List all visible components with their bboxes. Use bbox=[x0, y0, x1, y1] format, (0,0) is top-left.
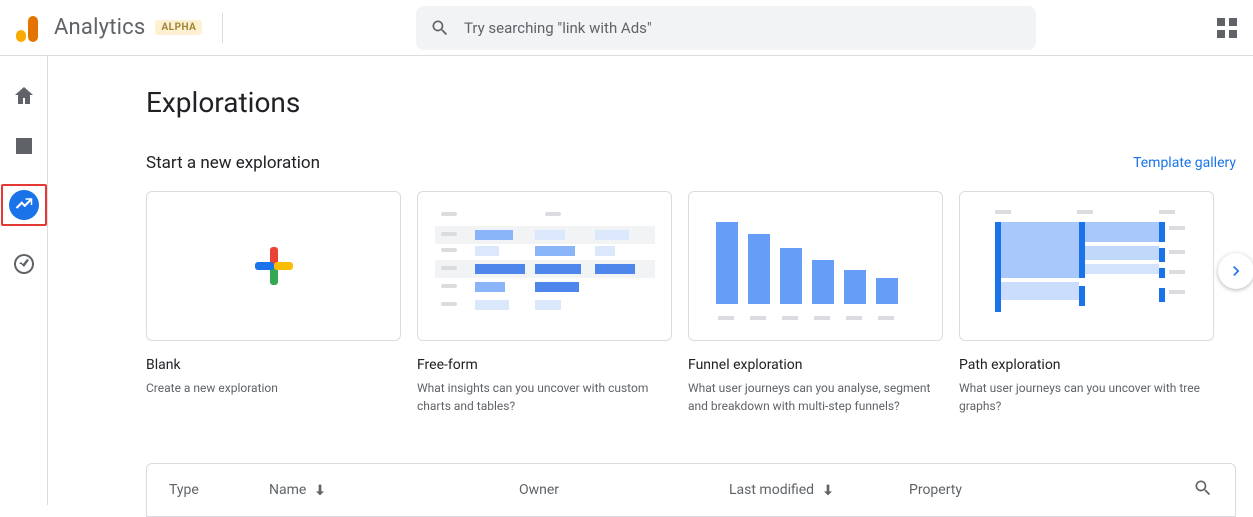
logo-block: Analytics ALPHA bbox=[16, 13, 396, 43]
th-owner[interactable]: Owner bbox=[519, 482, 729, 498]
th-modified[interactable]: Last modified bbox=[729, 482, 909, 498]
section-subtitle: Start a new exploration bbox=[146, 153, 320, 173]
card-freeform-desc: What insights can you uncover with custo… bbox=[417, 379, 672, 415]
scroll-right-button[interactable] bbox=[1218, 253, 1253, 289]
main-content: Explorations Start a new exploration Tem… bbox=[48, 56, 1253, 517]
card-freeform-title: Free-form bbox=[417, 357, 672, 373]
apps-icon[interactable] bbox=[1217, 18, 1237, 38]
table-search-button[interactable] bbox=[1193, 478, 1213, 502]
th-modified-label: Last modified bbox=[729, 482, 814, 498]
th-name-label: Name bbox=[269, 482, 306, 498]
th-property[interactable]: Property bbox=[909, 482, 1193, 498]
card-freeform[interactable] bbox=[417, 191, 672, 341]
card-funnel-title: Funnel exploration bbox=[688, 357, 943, 373]
card-path-desc: What user journeys can you uncover with … bbox=[959, 379, 1214, 415]
th-type[interactable]: Type bbox=[169, 482, 269, 498]
page-title: Explorations bbox=[146, 86, 1253, 119]
plus-icon bbox=[255, 247, 293, 285]
card-path[interactable] bbox=[959, 191, 1214, 341]
template-gallery-link[interactable]: Template gallery bbox=[1133, 155, 1236, 171]
search-icon bbox=[430, 18, 450, 38]
card-funnel-desc: What user journeys can you analyse, segm… bbox=[688, 379, 943, 415]
nav-home-icon[interactable] bbox=[12, 84, 36, 108]
search-placeholder: Try searching "link with Ads" bbox=[464, 19, 652, 37]
nav-advertising-icon[interactable] bbox=[12, 252, 36, 276]
card-funnel[interactable] bbox=[688, 191, 943, 341]
alpha-badge: ALPHA bbox=[155, 20, 202, 35]
app-header: Analytics ALPHA Try searching "link with… bbox=[0, 0, 1253, 56]
product-name: Analytics bbox=[54, 15, 145, 40]
freeform-thumbnail bbox=[435, 206, 655, 326]
funnel-thumbnail bbox=[706, 206, 926, 326]
search-input[interactable]: Try searching "link with Ads" bbox=[416, 6, 1036, 50]
sort-down-icon bbox=[820, 482, 836, 498]
search-icon bbox=[1193, 478, 1213, 498]
analytics-logo-icon bbox=[16, 14, 44, 42]
card-path-title: Path exploration bbox=[959, 357, 1214, 373]
th-name[interactable]: Name bbox=[269, 482, 519, 498]
left-nav bbox=[0, 56, 48, 505]
explorations-table-header: Type Name Owner Last modified Property bbox=[146, 463, 1236, 517]
sort-down-icon bbox=[312, 482, 328, 498]
template-cards-row: Blank Create a new exploration bbox=[146, 191, 1236, 415]
nav-reports-icon[interactable] bbox=[12, 134, 36, 158]
nav-explore-icon[interactable] bbox=[9, 190, 39, 220]
card-blank[interactable] bbox=[146, 191, 401, 341]
header-divider bbox=[222, 13, 223, 43]
nav-explore-highlight bbox=[1, 184, 47, 226]
card-blank-desc: Create a new exploration bbox=[146, 379, 401, 397]
card-blank-title: Blank bbox=[146, 357, 401, 373]
path-thumbnail bbox=[977, 206, 1197, 326]
chevron-right-icon bbox=[1226, 261, 1246, 281]
